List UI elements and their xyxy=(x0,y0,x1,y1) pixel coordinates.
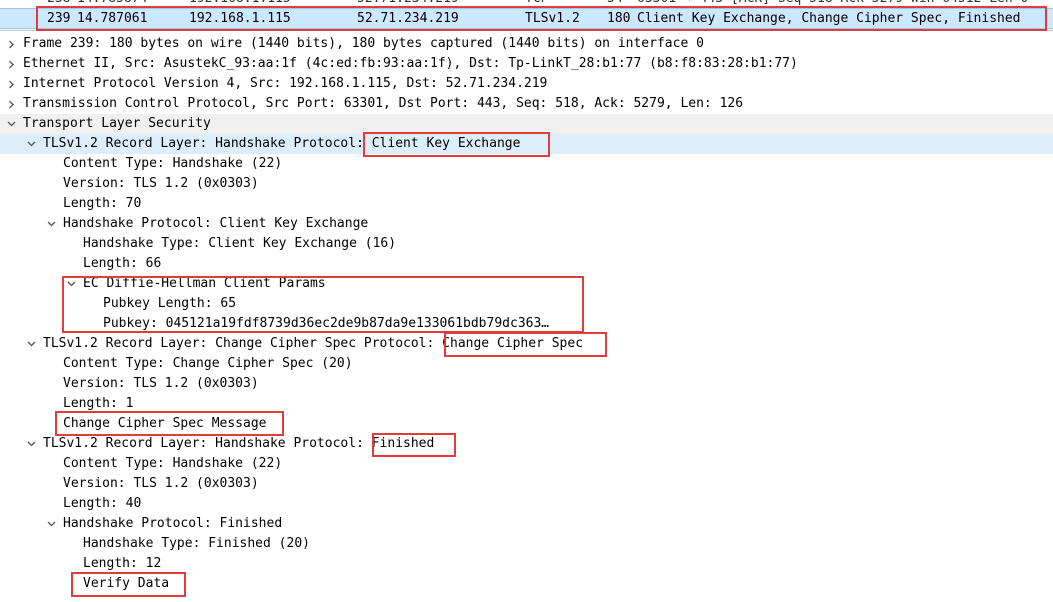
packet-time: 14.787061 xyxy=(77,11,148,26)
tree-item-label: Version: TLS 1.2 (0x0303) xyxy=(63,476,259,491)
tree-item-24[interactable]: Handshake Protocol: Finished xyxy=(0,514,1053,534)
tree-item-label: Content Type: Handshake (22) xyxy=(63,456,283,471)
tree-item-23[interactable]: Length: 40 xyxy=(0,494,1053,514)
packet-length: 180 xyxy=(607,11,631,26)
tree-item-label: EC Diffie-Hellman Client Params xyxy=(83,276,326,291)
tree-item-label: Length: 70 xyxy=(63,196,142,211)
tree-item-11[interactable]: Length: 66 xyxy=(0,254,1053,274)
chevron-down-icon[interactable] xyxy=(6,114,18,134)
tree-item-label: Handshake Protocol: Finished xyxy=(63,516,283,531)
chevron-down-icon[interactable] xyxy=(26,134,38,154)
tree-item-13[interactable]: Pubkey Length: 65 xyxy=(0,294,1053,314)
tree-item-20[interactable]: TLSv1.2 Record Layer: Handshake Protocol… xyxy=(0,434,1053,454)
chevron-down-icon[interactable] xyxy=(66,274,78,294)
tree-item-0[interactable]: Frame 239: 180 bytes on wire (1440 bits)… xyxy=(0,34,1053,54)
packet-no: 239 xyxy=(47,11,71,26)
packet-info: Client Key Exchange, Change Cipher Spec,… xyxy=(637,11,1021,26)
chevron-down-icon[interactable] xyxy=(46,214,58,234)
tree-item-8[interactable]: Length: 70 xyxy=(0,194,1053,214)
pane-divider[interactable] xyxy=(0,30,1053,31)
tree-item-4[interactable]: Transport Layer Security xyxy=(0,114,1053,134)
tree-item-label: Internet Protocol Version 4, Src: 192.16… xyxy=(23,76,548,91)
tree-item-label: Pubkey: 045121a19fdf8739d36ec2de9b87da9e… xyxy=(103,316,550,331)
packet-details-tree: Frame 239: 180 bytes on wire (1440 bits)… xyxy=(0,34,1053,594)
packet-protocol: TLSv1.2 xyxy=(525,11,580,26)
tree-item-label: Change Cipher Spec Message xyxy=(63,416,267,431)
tree-item-label: Length: 12 xyxy=(83,556,162,571)
tree-item-label: Length: 66 xyxy=(83,256,162,271)
tree-item-9[interactable]: Handshake Protocol: Client Key Exchange xyxy=(0,214,1053,234)
tree-item-label: TLSv1.2 Record Layer: Change Cipher Spec… xyxy=(43,336,584,351)
tree-item-label: Content Type: Change Cipher Spec (20) xyxy=(63,356,353,371)
chevron-right-icon[interactable] xyxy=(6,54,18,74)
tree-item-12[interactable]: EC Diffie-Hellman Client Params xyxy=(0,274,1053,294)
tree-item-10[interactable]: Handshake Type: Client Key Exchange (16) xyxy=(0,234,1053,254)
tree-item-26[interactable]: Length: 12 xyxy=(0,554,1053,574)
tree-item-label: TLSv1.2 Record Layer: Handshake Protocol… xyxy=(43,436,435,451)
tree-item-15[interactable]: TLSv1.2 Record Layer: Change Cipher Spec… xyxy=(0,334,1053,354)
chevron-down-icon[interactable] xyxy=(46,514,58,534)
tree-item-label: Pubkey Length: 65 xyxy=(103,296,237,311)
tree-item-label: Handshake Type: Client Key Exchange (16) xyxy=(83,236,397,251)
tree-item-label: Length: 1 xyxy=(63,396,134,411)
tree-item-label: TLSv1.2 Record Layer: Handshake Protocol… xyxy=(43,136,521,151)
tree-item-label: Verify Data xyxy=(83,576,170,591)
tree-item-17[interactable]: Version: TLS 1.2 (0x0303) xyxy=(0,374,1053,394)
tree-item-7[interactable]: Version: TLS 1.2 (0x0303) xyxy=(0,174,1053,194)
tree-item-22[interactable]: Version: TLS 1.2 (0x0303) xyxy=(0,474,1053,494)
tree-item-label: Frame 239: 180 bytes on wire (1440 bits)… xyxy=(23,36,704,51)
tree-item-label: Content Type: Handshake (22) xyxy=(63,156,283,171)
tree-item-18[interactable]: Length: 1 xyxy=(0,394,1053,414)
tree-item-label: Version: TLS 1.2 (0x0303) xyxy=(63,176,259,191)
tree-item-label: Ethernet II, Src: AsustekC_93:aa:1f (4c:… xyxy=(23,56,798,71)
tree-item-19[interactable]: Change Cipher Spec Message xyxy=(0,414,1053,434)
tree-item-6[interactable]: Content Type: Handshake (22) xyxy=(0,154,1053,174)
chevron-right-icon[interactable] xyxy=(6,94,18,114)
tree-item-2[interactable]: Internet Protocol Version 4, Src: 192.16… xyxy=(0,74,1053,94)
tree-item-3[interactable]: Transmission Control Protocol, Src Port:… xyxy=(0,94,1053,114)
tree-item-21[interactable]: Content Type: Handshake (22) xyxy=(0,454,1053,474)
tree-item-25[interactable]: Handshake Type: Finished (20) xyxy=(0,534,1053,554)
tree-item-label: Version: TLS 1.2 (0x0303) xyxy=(63,376,259,391)
chevron-right-icon[interactable] xyxy=(6,34,18,54)
tree-item-label: Length: 40 xyxy=(63,496,142,511)
chevron-down-icon[interactable] xyxy=(26,434,38,454)
tree-item-label: Transport Layer Security xyxy=(23,116,211,131)
packet-source: 192.168.1.115 xyxy=(189,11,291,26)
tree-item-label: Handshake Protocol: Client Key Exchange xyxy=(63,216,369,231)
chevron-down-icon[interactable] xyxy=(26,334,38,354)
tree-item-1[interactable]: Ethernet II, Src: AsustekC_93:aa:1f (4c:… xyxy=(0,54,1053,74)
chevron-right-icon[interactable] xyxy=(6,74,18,94)
tree-item-16[interactable]: Content Type: Change Cipher Spec (20) xyxy=(0,354,1053,374)
tree-item-27[interactable]: Verify Data xyxy=(0,574,1053,594)
tree-item-label: Transmission Control Protocol, Src Port:… xyxy=(23,96,744,111)
packet-destination: 52.71.234.219 xyxy=(357,11,459,26)
tree-item-5[interactable]: TLSv1.2 Record Layer: Handshake Protocol… xyxy=(0,134,1053,154)
tree-item-label: Handshake Type: Finished (20) xyxy=(83,536,310,551)
packet-list-row-239-selected[interactable]: 239 14.787061 192.168.1.115 52.71.234.21… xyxy=(0,8,1053,29)
tree-item-14[interactable]: Pubkey: 045121a19fdf8739d36ec2de9b87da9e… xyxy=(0,314,1053,334)
